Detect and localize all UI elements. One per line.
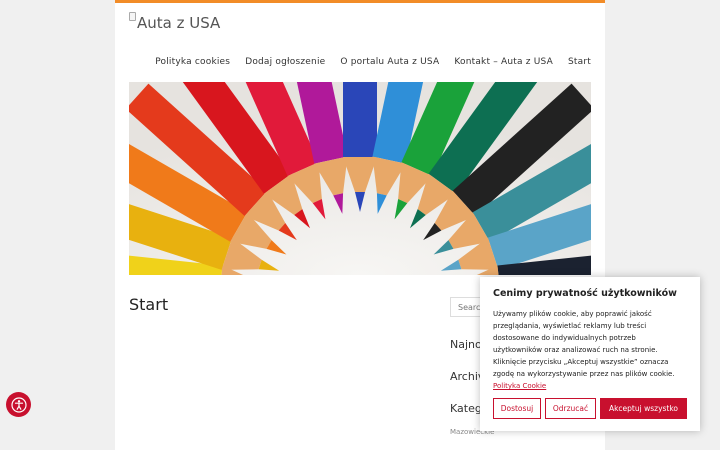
customize-button[interactable]: Dostosuj [493, 398, 541, 419]
hero-image [129, 82, 591, 275]
main-nav: Polityka cookies Dodaj ogłoszenie O port… [140, 57, 591, 67]
nav-item-start[interactable]: Start [568, 57, 591, 67]
nav-item-kontakt[interactable]: Kontakt – Auta z USA [454, 57, 553, 67]
cookie-text: Używamy plików cookie, aby poprawić jako… [493, 310, 675, 390]
cookie-buttons: Dostosuj Odrzucać Akceptuj wszystko [493, 398, 687, 419]
site-logo[interactable]: Auta z USA [129, 11, 220, 32]
cookie-policy-link[interactable]: Polityka Cookie [493, 382, 546, 390]
accessibility-icon [10, 396, 27, 413]
accept-all-button[interactable]: Akceptuj wszystko [600, 398, 687, 419]
widget-title-recent: Najno [450, 338, 482, 351]
logo-alt-text: Auta z USA [137, 14, 221, 32]
nav-item-polityka-cookies[interactable]: Polityka cookies [155, 57, 230, 67]
cookie-consent-dialog: Cenimy prywatność użytkowników Używamy p… [480, 277, 700, 431]
accessibility-button[interactable] [6, 392, 31, 417]
nav-item-dodaj-ogloszenie[interactable]: Dodaj ogłoszenie [245, 57, 325, 67]
reject-button[interactable]: Odrzucać [545, 398, 596, 419]
page-title: Start [129, 295, 169, 314]
broken-image-icon [129, 12, 136, 21]
cookie-title: Cenimy prywatność użytkowników [493, 288, 677, 299]
nav-item-o-portalu[interactable]: O portalu Auta z USA [340, 57, 439, 67]
widget-title-categories: Kateg [450, 402, 482, 415]
colored-pencils-illustration [129, 82, 591, 275]
